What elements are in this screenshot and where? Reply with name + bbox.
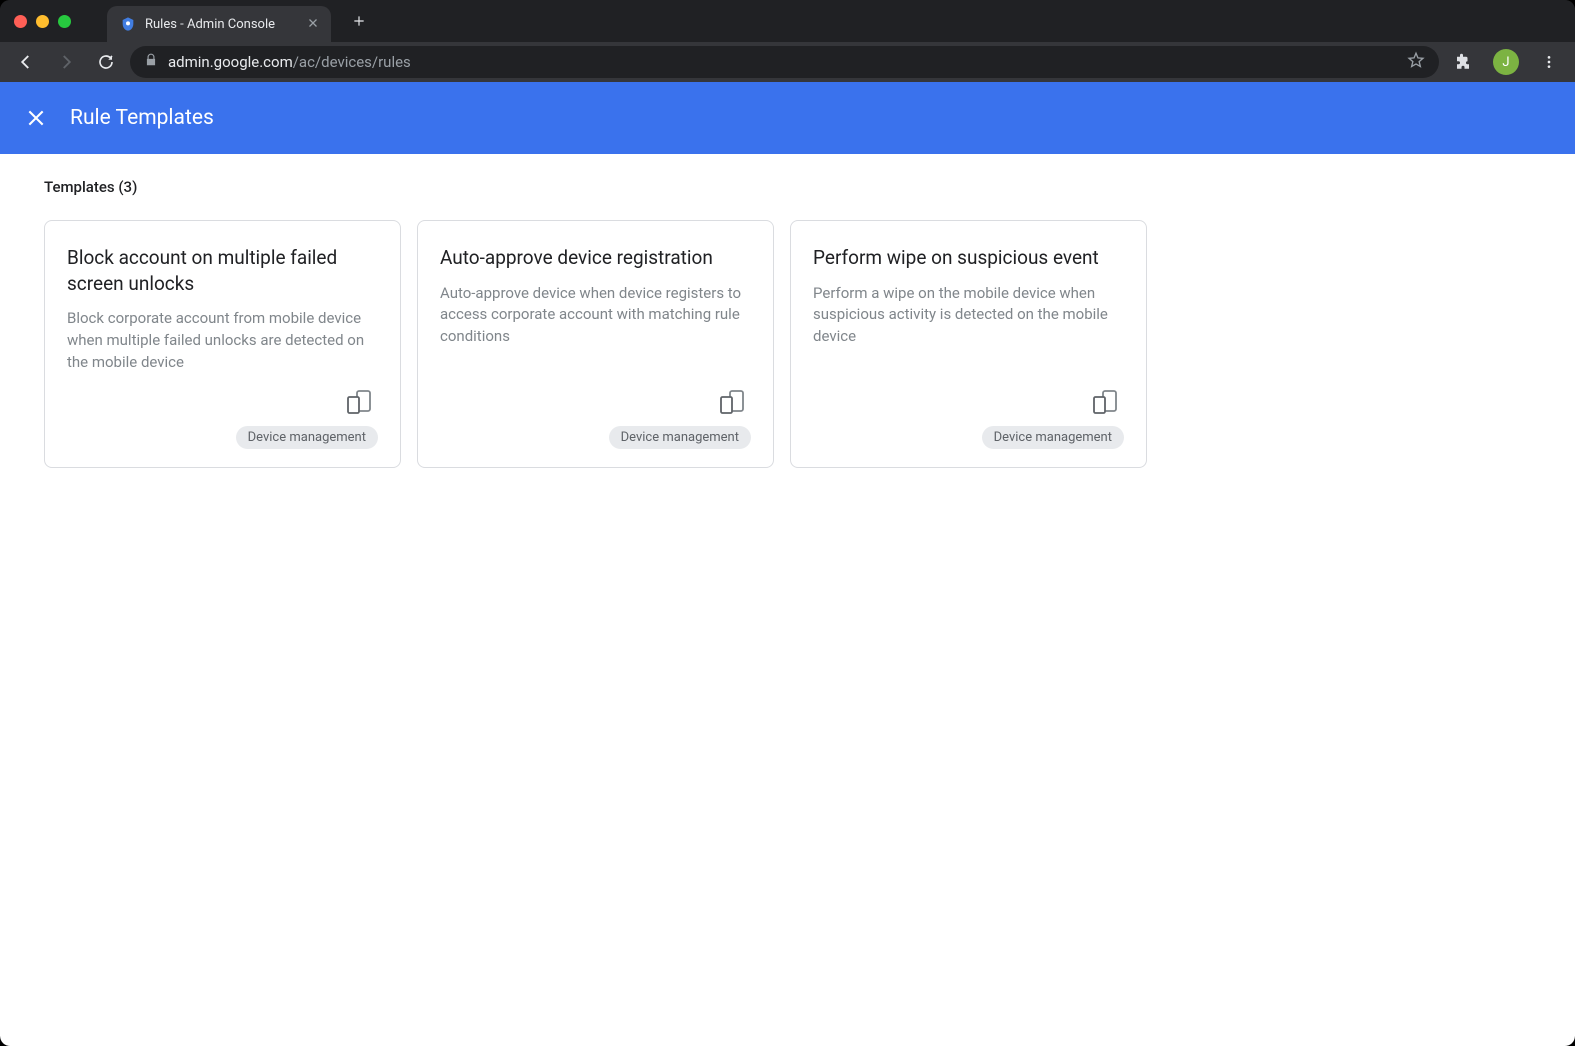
page-content: Rule Templates Templates (3) Block accou… <box>0 82 1575 1046</box>
template-description: Auto-approve device when device register… <box>440 283 751 378</box>
browser-toolbar: admin.google.com/ac/devices/rules J <box>0 42 1575 82</box>
template-footer: Device management <box>813 390 1124 449</box>
devices-icon <box>346 390 374 414</box>
template-footer: Device management <box>67 390 378 449</box>
window-minimize-button[interactable] <box>36 15 49 28</box>
new-tab-button[interactable] <box>345 7 373 35</box>
devices-icon <box>719 390 747 414</box>
template-cards-row: Block account on multiple failed screen … <box>44 220 1531 468</box>
profile-initial: J <box>1502 55 1509 70</box>
page-header: Rule Templates <box>0 82 1575 154</box>
template-description: Perform a wipe on the mobile device when… <box>813 283 1124 378</box>
template-description: Block corporate account from mobile devi… <box>67 308 378 378</box>
browser-menu-icon[interactable] <box>1533 46 1565 78</box>
reload-button[interactable] <box>90 46 122 78</box>
template-title: Auto-approve device registration <box>440 245 751 271</box>
bookmark-star-icon[interactable] <box>1407 51 1425 74</box>
template-footer: Device management <box>440 390 751 449</box>
url-domain: admin.google.com <box>168 53 293 71</box>
tabs-row: Rules - Admin Console <box>107 0 373 42</box>
template-tag: Device management <box>982 426 1124 449</box>
template-card[interactable]: Perform wipe on suspicious event Perform… <box>790 220 1147 468</box>
address-bar[interactable]: admin.google.com/ac/devices/rules <box>130 46 1439 78</box>
content-body: Templates (3) Block account on multiple … <box>0 154 1575 492</box>
template-card[interactable]: Block account on multiple failed screen … <box>44 220 401 468</box>
profile-avatar[interactable]: J <box>1493 49 1519 75</box>
extensions-icon[interactable] <box>1447 46 1479 78</box>
devices-icon <box>1092 390 1120 414</box>
window-controls <box>14 15 71 28</box>
window-close-button[interactable] <box>14 15 27 28</box>
tab-title: Rules - Admin Console <box>145 17 299 32</box>
lock-icon <box>144 53 158 71</box>
browser-tab[interactable]: Rules - Admin Console <box>107 6 331 42</box>
template-card[interactable]: Auto-approve device registration Auto-ap… <box>417 220 774 468</box>
template-title: Block account on multiple failed screen … <box>67 245 378 296</box>
titlebar: Rules - Admin Console <box>0 0 1575 42</box>
forward-button[interactable] <box>50 46 82 78</box>
template-title: Perform wipe on suspicious event <box>813 245 1124 271</box>
tab-favicon-icon <box>119 15 137 33</box>
tab-close-icon[interactable] <box>307 16 319 32</box>
browser-window: Rules - Admin Console admin.google. <box>0 0 1575 1046</box>
page-title: Rule Templates <box>70 106 214 130</box>
window-maximize-button[interactable] <box>58 15 71 28</box>
url-path: /ac/devices/rules <box>293 53 411 71</box>
template-tag: Device management <box>609 426 751 449</box>
section-heading: Templates (3) <box>44 178 1531 196</box>
url-text: admin.google.com/ac/devices/rules <box>168 53 1397 71</box>
back-button[interactable] <box>10 46 42 78</box>
template-tag: Device management <box>236 426 378 449</box>
close-page-icon[interactable] <box>24 106 48 130</box>
